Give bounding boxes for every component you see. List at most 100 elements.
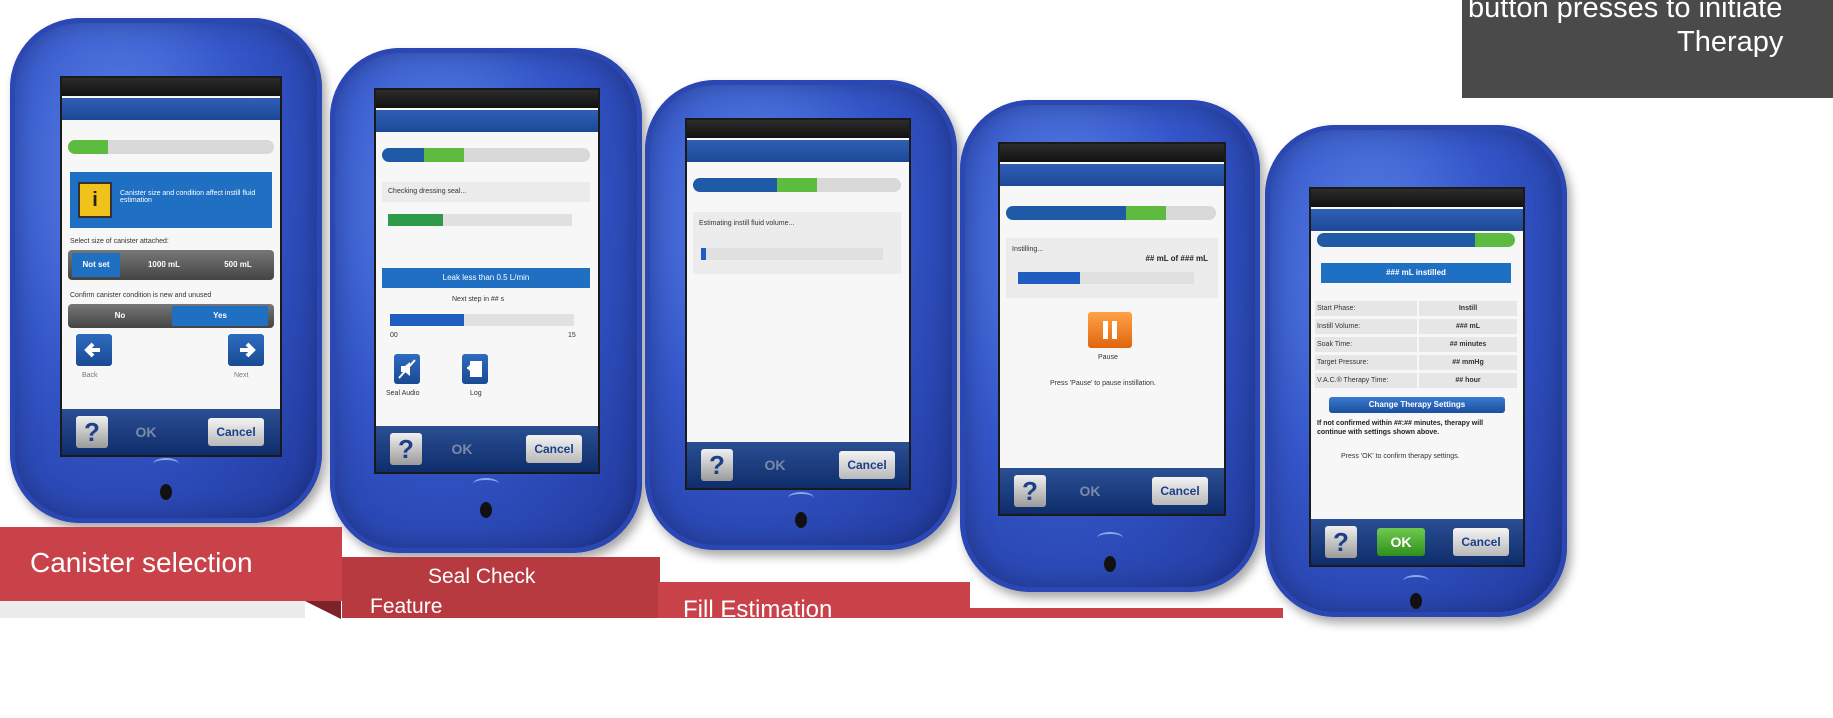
row-value: ## hour xyxy=(1419,373,1517,388)
leak-banner: Leak less than 0.5 L/min xyxy=(382,268,590,288)
instill-progress-bar xyxy=(1018,272,1194,284)
title-bar xyxy=(376,110,598,132)
help-button[interactable]: ? xyxy=(701,449,733,481)
size-option-not-set[interactable]: Not set xyxy=(72,253,120,277)
row-label: V.A.C.® Therapy Time: xyxy=(1315,373,1417,388)
progress-tracker xyxy=(68,140,274,154)
footer-bar: ? OK Cancel xyxy=(62,409,280,455)
pause-instruction: Press 'Pause' to pause instillation. xyxy=(1050,380,1156,387)
cancel-button[interactable]: Cancel xyxy=(1453,528,1509,556)
status-bar xyxy=(1311,189,1523,207)
power-button[interactable] xyxy=(795,512,807,528)
power-button[interactable] xyxy=(1104,556,1116,572)
footer-bar: ? OK Cancel xyxy=(376,426,598,472)
progress-tracker xyxy=(382,148,590,162)
table-row: V.A.C.® Therapy Time: ## hour xyxy=(1315,373,1519,390)
footer-bar: ? OK Cancel xyxy=(1311,519,1523,565)
screen-fill-estimation: Estimating instill fluid volume... ? OK … xyxy=(685,118,911,490)
title-bar xyxy=(687,140,909,162)
seal-progress-bar xyxy=(388,214,572,226)
device-canister: i Canister size and condition affect ins… xyxy=(10,18,322,523)
timeout-notice: If not confirmed within ##:## minutes, t… xyxy=(1317,420,1484,436)
device-logo xyxy=(153,458,179,470)
cancel-button[interactable]: Cancel xyxy=(1152,477,1208,505)
banner-next xyxy=(970,608,1283,618)
progress-step-current xyxy=(424,148,464,162)
device-logo xyxy=(788,492,814,504)
caption-line-1: button presses to initiate xyxy=(1468,0,1783,24)
table-row: Start Phase: Instill xyxy=(1315,301,1519,318)
pause-icon xyxy=(1103,321,1117,339)
size-option-500[interactable]: 500 mL xyxy=(206,253,270,277)
banner-fold xyxy=(305,601,341,619)
condition-option-no[interactable]: No xyxy=(72,306,168,326)
progress-tracker xyxy=(693,178,901,192)
table-row: Soak Time: ## minutes xyxy=(1315,337,1519,354)
change-therapy-settings-button[interactable]: Change Therapy Settings xyxy=(1329,397,1505,413)
seal-status-panel: Checking dressing seal... xyxy=(382,182,590,202)
device-seal-check: Checking dressing seal... Leak less than… xyxy=(330,48,642,553)
arrow-right-icon xyxy=(240,342,256,358)
next-button[interactable] xyxy=(228,334,264,366)
caption-line-2: Therapy xyxy=(1677,26,1784,58)
leak-text: Leak less than 0.5 L/min xyxy=(442,273,530,282)
back-button[interactable] xyxy=(76,334,112,366)
screen-instilling: Instilling... ## mL of ### mL Pause Pres… xyxy=(998,142,1226,516)
banner-canister-selection: Canister selection xyxy=(0,527,342,601)
seal-audio-button[interactable] xyxy=(394,354,420,384)
confirm-instruction: Press 'OK' to confirm therapy settings. xyxy=(1341,453,1460,460)
progress-step-current xyxy=(1126,206,1166,220)
cancel-button[interactable]: Cancel xyxy=(839,451,895,479)
ok-button[interactable]: OK xyxy=(1377,528,1425,556)
table-row: Target Pressure: ## mmHg xyxy=(1315,355,1519,372)
screen-seal-check: Checking dressing seal... Leak less than… xyxy=(374,88,600,474)
title-bar xyxy=(62,98,280,120)
help-button[interactable]: ? xyxy=(1325,526,1357,558)
device-logo xyxy=(1403,575,1429,587)
help-button[interactable]: ? xyxy=(76,416,108,448)
canister-size-selector: Not set 1000 mL 500 mL xyxy=(68,250,274,280)
size-option-1000[interactable]: 1000 mL xyxy=(132,253,196,277)
device-therapy-confirm: ### mL instilled Start Phase: Instill In… xyxy=(1265,125,1567,617)
power-button[interactable] xyxy=(1410,593,1422,609)
cancel-button[interactable]: Cancel xyxy=(526,435,582,463)
device-fill-estimation: Estimating instill fluid volume... ? OK … xyxy=(645,80,957,550)
ok-button[interactable]: OK xyxy=(751,451,799,479)
arrow-left-icon xyxy=(84,342,100,358)
row-label: Instill Volume: xyxy=(1315,319,1417,334)
banner-fill-estimation: Fill Estimation xyxy=(658,582,970,623)
pause-label: Pause xyxy=(1098,354,1118,361)
clipboard-icon xyxy=(467,361,482,377)
canister-size-label: Select size of canister attached: xyxy=(70,238,169,245)
row-label: Start Phase: xyxy=(1315,301,1417,316)
help-button[interactable]: ? xyxy=(1014,475,1046,507)
device-instilling: Instilling... ## mL of ### mL Pause Pres… xyxy=(960,100,1260,592)
log-button[interactable] xyxy=(462,354,488,384)
power-button[interactable] xyxy=(160,484,172,500)
pause-button[interactable] xyxy=(1088,312,1132,348)
device-logo xyxy=(473,478,499,490)
back-label: Back xyxy=(82,372,98,379)
progress-step-done xyxy=(1006,206,1126,220)
estimation-panel: Estimating instill fluid volume... xyxy=(693,212,901,274)
ok-button[interactable]: OK xyxy=(438,435,486,463)
row-value: Instill xyxy=(1419,301,1517,316)
progress-tracker xyxy=(1006,206,1216,220)
row-value: ### mL xyxy=(1419,319,1517,334)
footer-bar: ? OK Cancel xyxy=(1000,468,1224,514)
row-value: ## minutes xyxy=(1419,337,1517,352)
condition-option-yes[interactable]: Yes xyxy=(172,306,268,326)
timer-min: 00 xyxy=(390,332,398,339)
instill-progress-fill xyxy=(1018,272,1080,284)
instill-panel: Instilling... ## mL of ### mL xyxy=(1006,238,1218,298)
banner-seal-check: Seal Check Feature xyxy=(342,557,660,618)
cancel-button[interactable]: Cancel xyxy=(208,418,264,446)
seal-progress-fill xyxy=(388,214,444,226)
ok-button[interactable]: OK xyxy=(1066,477,1114,505)
table-row: Instill Volume: ### mL xyxy=(1315,319,1519,336)
power-button[interactable] xyxy=(480,502,492,518)
help-button[interactable]: ? xyxy=(390,433,422,465)
seal-audio-label: Seal Audio xyxy=(386,390,420,397)
ok-button[interactable]: OK xyxy=(122,418,170,446)
banner-canister-text: Canister selection xyxy=(30,547,253,578)
